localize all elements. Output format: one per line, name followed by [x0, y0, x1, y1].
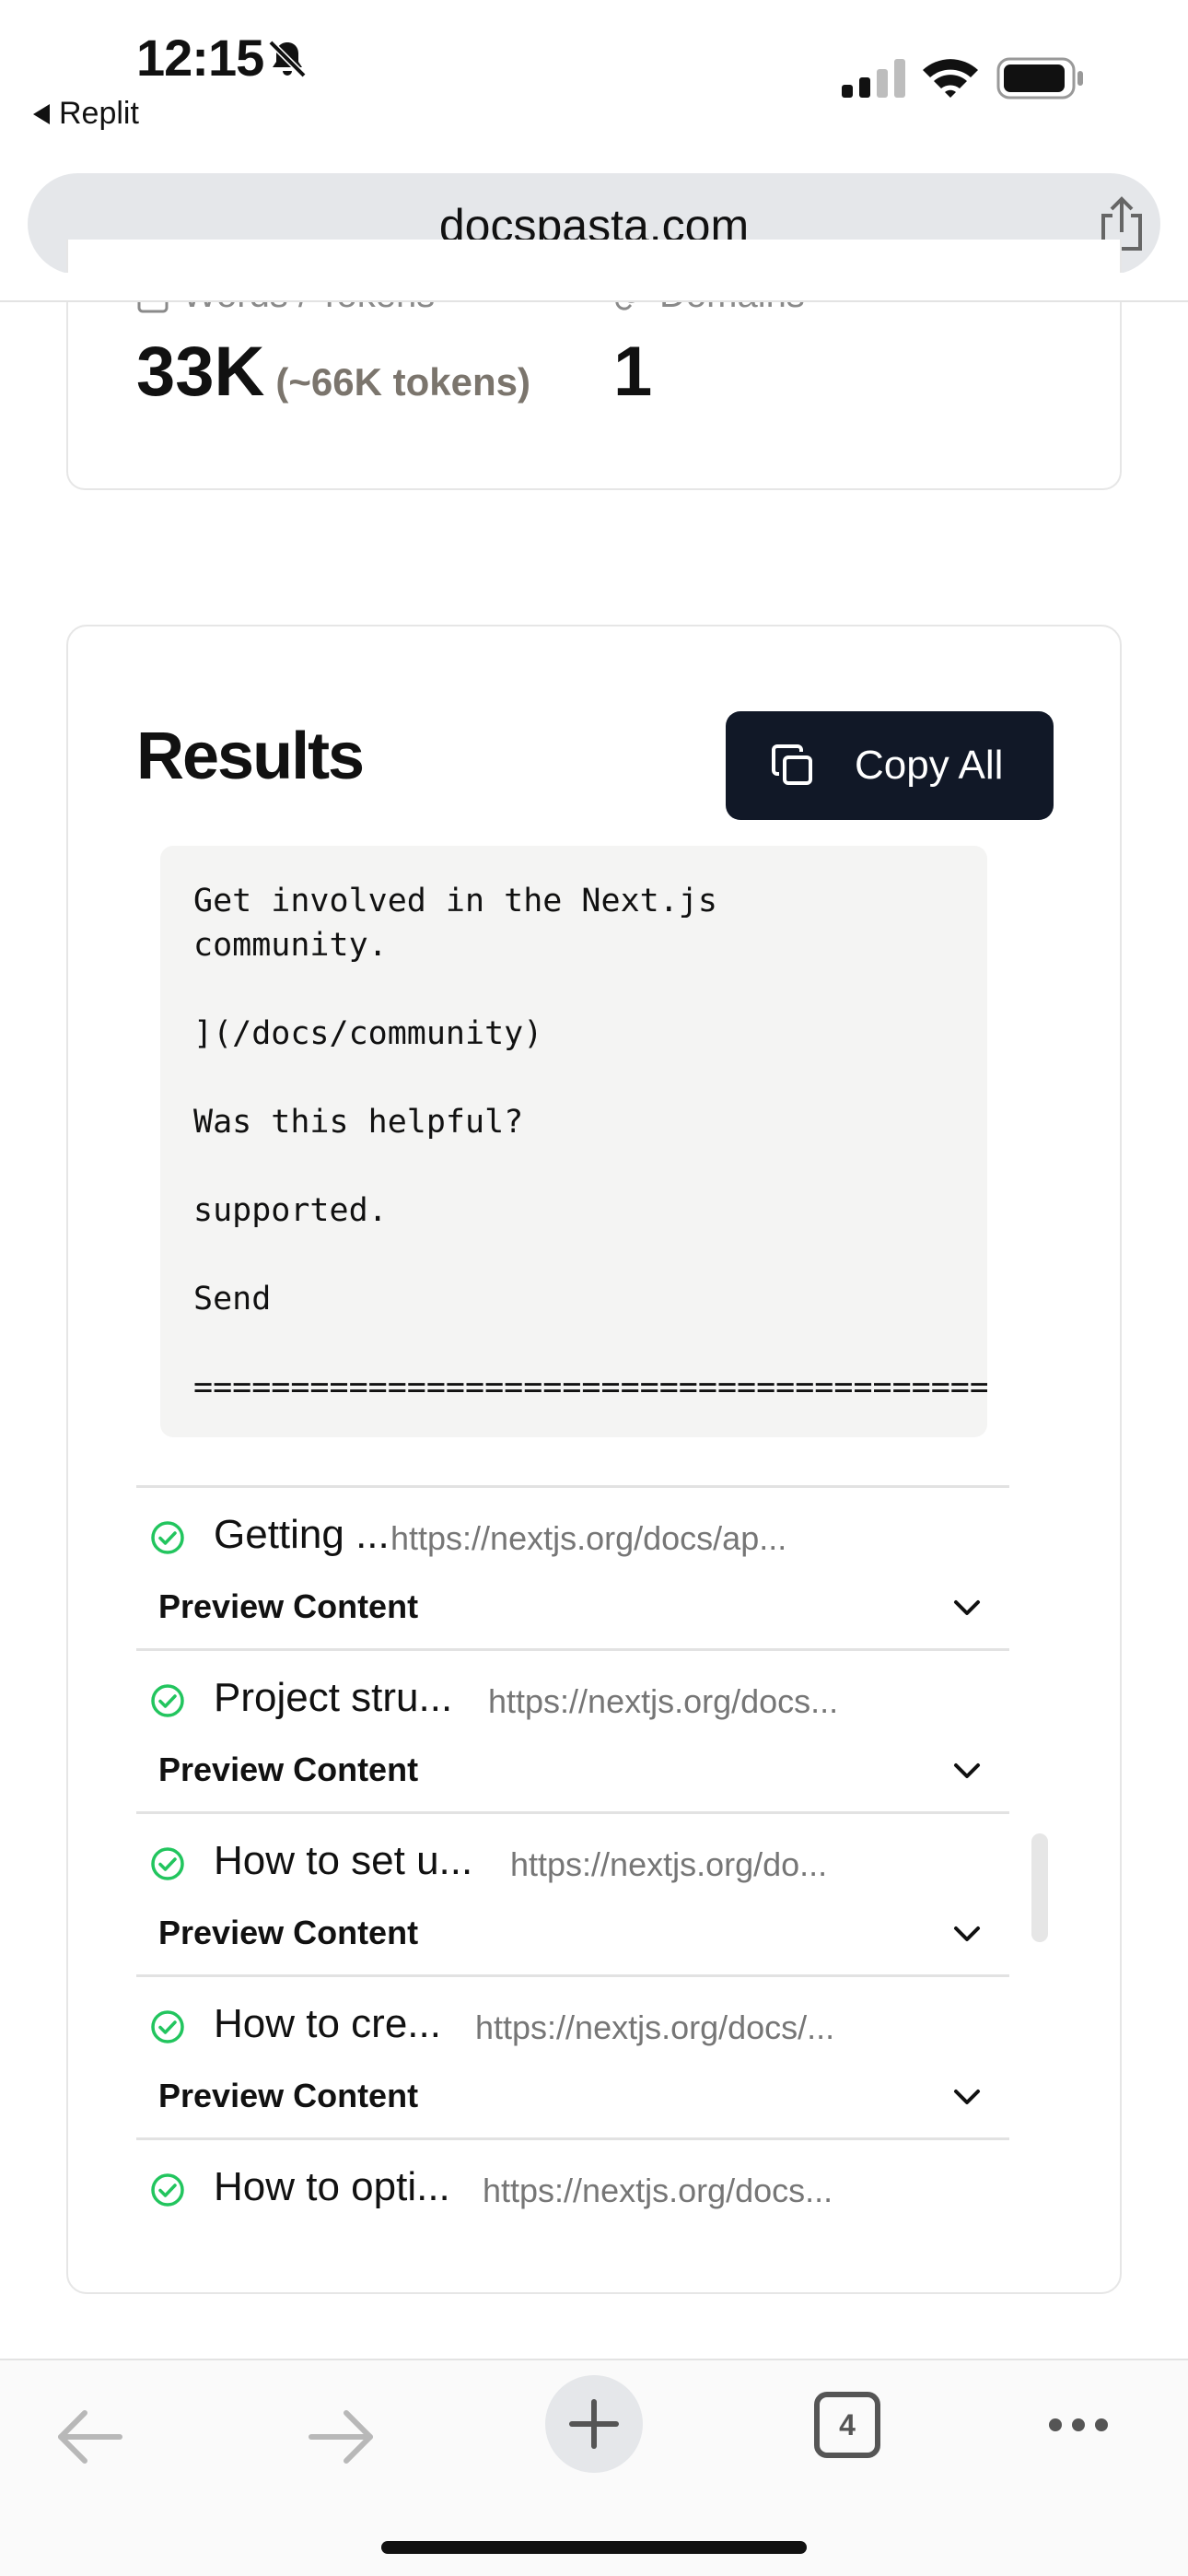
check-circle-icon: [151, 2173, 184, 2207]
results-list: Getting ... https://nextjs.org/docs/ap...…: [136, 1485, 1009, 2230]
result-title[interactable]: Project stru...: [214, 1675, 452, 1721]
preview-content-toggle[interactable]: Preview Content: [136, 1903, 1009, 1974]
preview-content-toggle[interactable]: Preview Content: [136, 1739, 1009, 1811]
result-title[interactable]: How to cre...: [214, 2001, 441, 2047]
chevron-down-icon: [954, 1763, 980, 1778]
results-title: Results: [136, 720, 365, 793]
tokens-count: (~66K tokens): [275, 360, 531, 404]
copy-icon: [772, 744, 812, 785]
back-triangle-icon: [33, 103, 50, 124]
home-indicator[interactable]: [381, 2541, 807, 2554]
copy-all-button[interactable]: Copy All: [726, 711, 1054, 820]
check-circle-icon: [151, 2010, 184, 2043]
new-tab-button[interactable]: [545, 2375, 643, 2473]
status-time: 12:15: [136, 29, 264, 87]
domains-value: 1: [613, 333, 653, 411]
forward-arrow-icon[interactable]: [304, 2405, 378, 2469]
wifi-icon: [923, 59, 978, 98]
battery-icon: [996, 57, 1083, 100]
copy-all-label: Copy All: [855, 743, 1004, 788]
result-url[interactable]: https://nextjs.org/docs...: [483, 2172, 833, 2210]
scrollbar-thumb[interactable]: [1031, 1833, 1048, 1942]
result-title[interactable]: Getting ...: [214, 1512, 390, 1558]
back-app-label: Replit: [59, 96, 139, 131]
bell-slash-icon: [268, 40, 307, 78]
results-code-text: Get involved in the Next.js community. ]…: [193, 883, 987, 1406]
back-arrow-icon[interactable]: [53, 2405, 127, 2469]
preview-content-label: Preview Content: [158, 2077, 419, 2114]
preview-content-toggle[interactable]: Preview Content: [136, 2066, 1009, 2137]
more-icon[interactable]: [1046, 2414, 1111, 2436]
preview-content-label: Preview Content: [158, 1914, 419, 1951]
back-to-app-button[interactable]: Replit: [33, 96, 139, 132]
preview-content-label: Preview Content: [158, 1587, 419, 1625]
check-circle-icon: [151, 1847, 184, 1880]
result-item[interactable]: How to opti... https://nextjs.org/docs...: [136, 2137, 1009, 2230]
result-title[interactable]: How to opti...: [214, 2164, 450, 2210]
words-count: 33K: [136, 333, 265, 411]
chevron-down-icon: [954, 1600, 980, 1615]
result-item[interactable]: Project stru... https://nextjs.org/docs..…: [136, 1648, 1009, 1811]
result-item[interactable]: How to cre... https://nextjs.org/docs/...…: [136, 1974, 1009, 2137]
chevron-down-icon: [954, 2090, 980, 2104]
signal-icon: [842, 59, 905, 98]
words-value: 33K (~66K tokens): [136, 332, 530, 412]
result-item[interactable]: Getting ... https://nextjs.org/docs/ap...…: [136, 1485, 1009, 1648]
check-circle-icon: [151, 1684, 184, 1717]
address-bar-backdrop: [0, 273, 1188, 300]
result-item[interactable]: How to set u... https://nextjs.org/do... P…: [136, 1811, 1009, 1974]
plus-icon: [569, 2399, 619, 2449]
tabs-button[interactable]: 4: [814, 2392, 880, 2458]
preview-content-label: Preview Content: [158, 1751, 419, 1788]
result-url[interactable]: https://nextjs.org/docs...: [488, 1682, 838, 1721]
check-circle-icon: [151, 1521, 184, 1554]
header-divider: [0, 300, 1188, 302]
result-title[interactable]: How to set u...: [214, 1838, 472, 1884]
preview-content-toggle[interactable]: Preview Content: [136, 1576, 1009, 1648]
result-url[interactable]: https://nextjs.org/do...: [510, 1845, 827, 1884]
result-url[interactable]: https://nextjs.org/docs/ap...: [390, 1519, 786, 1558]
result-url[interactable]: https://nextjs.org/docs/...: [475, 2008, 834, 2047]
results-code-block[interactable]: Get involved in the Next.js community. ]…: [160, 846, 987, 1437]
results-card: Results Copy All Get involved in the Nex…: [66, 625, 1122, 2294]
chevron-down-icon: [954, 1926, 980, 1941]
